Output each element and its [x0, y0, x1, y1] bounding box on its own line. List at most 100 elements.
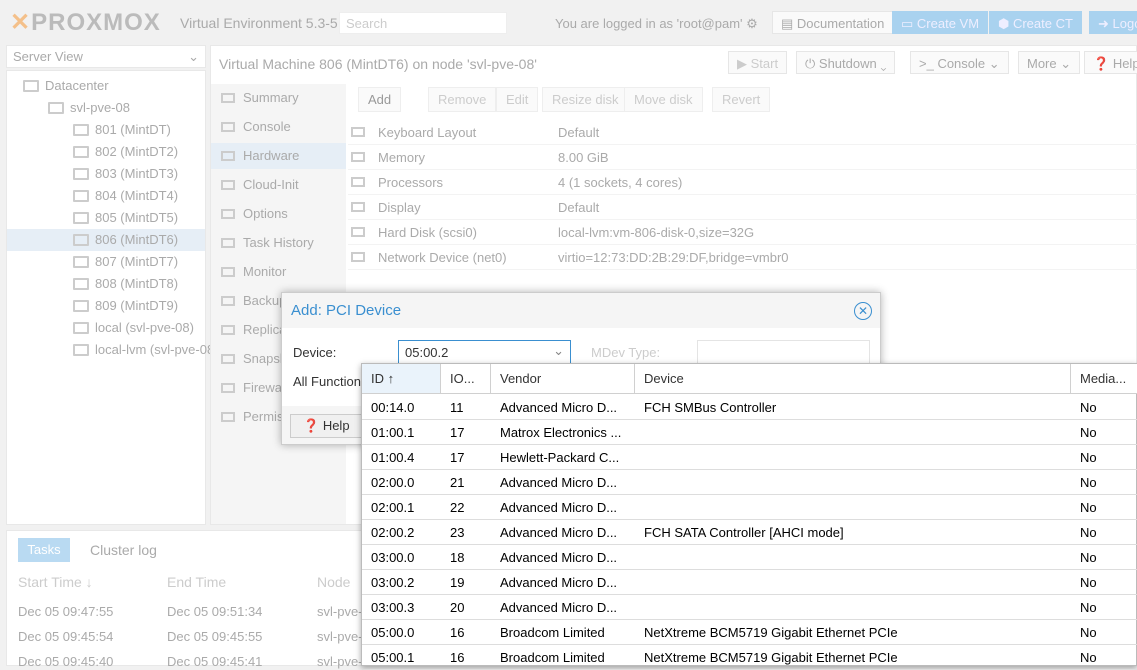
- menu-item-monitor[interactable]: Monitor: [211, 259, 346, 285]
- hardware-row[interactable]: Processors 4 (1 sockets, 4 cores): [348, 170, 1137, 195]
- hw-edit-button[interactable]: Edit: [496, 87, 539, 112]
- table-cell: Broadcom Limited: [500, 625, 605, 640]
- table-cell: Advanced Micro D...: [500, 475, 618, 490]
- tree-item-label: 804 (MintDT4): [95, 188, 179, 203]
- hw-move-disk-button[interactable]: Move disk: [624, 87, 703, 112]
- tree-item[interactable]: 804 (MintDT4): [7, 185, 205, 207]
- close-icon[interactable]: ✕: [854, 302, 872, 320]
- menu-item-task-history[interactable]: Task History: [211, 230, 346, 256]
- hardware-row[interactable]: Hard Disk (scsi0) local-lvm:vm-806-disk-0…: [348, 220, 1137, 245]
- tree-item[interactable]: 805 (MintDT5): [7, 207, 205, 229]
- tree-item[interactable]: Datacenter: [7, 75, 205, 97]
- column-header[interactable]: Vendor: [491, 364, 635, 394]
- logout-button[interactable]: ➜ Logout: [1089, 11, 1137, 34]
- tree-item-label: svl-pve-08: [70, 100, 130, 115]
- tab-cluster-log[interactable]: Cluster log: [90, 538, 157, 562]
- table-cell: 03:00.0: [371, 550, 415, 565]
- menu-icon: [221, 122, 235, 132]
- create-ct-button[interactable]: ⬢ Create CT: [989, 11, 1082, 34]
- table-cell: No: [1080, 650, 1097, 665]
- table-row[interactable]: 03:00.2 19 Advanced Micro D... No: [362, 570, 1137, 595]
- table-row[interactable]: 02:00.2 23 Advanced Micro D... FCH SATA Con…: [362, 520, 1137, 545]
- table-cell: NetXtreme BCM5719 Gigabit Ethernet PCIe: [644, 650, 898, 665]
- table-row[interactable]: 01:00.1 17 Matrox Electronics ... No: [362, 420, 1137, 445]
- hw-add-button[interactable]: Add: [358, 87, 402, 112]
- table-cell: NetXtreme BCM5719 Gigabit Ethernet PCIe: [644, 625, 898, 640]
- tasks-column-header[interactable]: End Time: [167, 574, 226, 590]
- tasks-column-header[interactable]: Start Time ↓: [18, 574, 93, 590]
- datacenter-icon: [23, 80, 39, 92]
- table-row[interactable]: 02:00.1 22 Advanced Micro D... No: [362, 495, 1137, 520]
- tree-item[interactable]: local-lvm (svl-pve-08): [7, 339, 219, 361]
- table-cell: No: [1080, 500, 1097, 515]
- table-row[interactable]: 02:00.0 21 Advanced Micro D... No: [362, 470, 1137, 495]
- table-row[interactable]: 03:00.3 20 Advanced Micro D... No: [362, 595, 1137, 620]
- column-header[interactable]: Media...: [1071, 364, 1137, 394]
- help-button[interactable]: ❓ Help: [290, 414, 364, 438]
- menu-item-summary[interactable]: Summary: [211, 85, 346, 111]
- hardware-row[interactable]: Memory 8.00 GiB: [348, 145, 1137, 170]
- table-cell: 05:00.1: [371, 650, 415, 665]
- menu-icon: [221, 93, 235, 103]
- tree-item[interactable]: 809 (MintDT9): [7, 295, 205, 317]
- table-row[interactable]: 05:00.1 16 Broadcom Limited NetXtreme BCM57…: [362, 645, 1137, 670]
- menu-icon: [221, 267, 235, 277]
- storage-icon: [73, 344, 89, 356]
- hw-resize-disk-button[interactable]: Resize disk: [542, 87, 629, 112]
- tree-item[interactable]: svl-pve-08: [7, 97, 205, 119]
- tree-item[interactable]: 808 (MintDT8): [7, 273, 205, 295]
- column-header[interactable]: ID ↑: [362, 364, 441, 394]
- tree-item[interactable]: 807 (MintDT7): [7, 251, 205, 273]
- vm-icon: [73, 256, 89, 268]
- tree-item[interactable]: 802 (MintDT2): [7, 141, 205, 163]
- menu-icon: [221, 325, 235, 335]
- documentation-button[interactable]: ▤ Documentation: [772, 11, 894, 34]
- help-button[interactable]: ❓ Help: [1084, 51, 1137, 74]
- view-selector[interactable]: Server View ⌄: [6, 45, 206, 68]
- table-cell: 17: [450, 425, 465, 440]
- table-row[interactable]: 01:00.4 17 Hewlett-Packard C... No: [362, 445, 1137, 470]
- monitor-icon: ▭: [901, 16, 917, 31]
- menu-item-cloud-init[interactable]: Cloud-Init: [211, 172, 346, 198]
- table-row[interactable]: 03:00.0 18 Advanced Micro D... No: [362, 545, 1137, 570]
- tree-item[interactable]: 801 (MintDT): [7, 119, 205, 141]
- table-cell: 02:00.2: [371, 525, 415, 540]
- menu-item-options[interactable]: Options: [211, 201, 346, 227]
- table-cell: Advanced Micro D...: [500, 550, 618, 565]
- task-cell: Dec 05 09:45:54: [18, 629, 114, 644]
- tasks-column-header[interactable]: Node: [317, 574, 350, 590]
- table-cell: Advanced Micro D...: [500, 575, 618, 590]
- table-cell: 05:00.0: [371, 625, 415, 640]
- search-input[interactable]: Search: [339, 12, 507, 34]
- tree-item[interactable]: local (svl-pve-08): [7, 317, 205, 339]
- menu-item-label: Options: [243, 206, 288, 221]
- device-select[interactable]: 05:00.2 ⌄: [398, 340, 571, 364]
- create-vm-button[interactable]: ▭ Create VM: [892, 11, 989, 34]
- tree-item[interactable]: 803 (MintDT3): [7, 163, 205, 185]
- table-row[interactable]: 05:00.0 16 Broadcom Limited NetXtreme BCM57…: [362, 620, 1137, 645]
- column-header[interactable]: IO...: [441, 364, 491, 394]
- hardware-icon: [351, 152, 365, 162]
- column-header[interactable]: Device: [635, 364, 1071, 394]
- hardware-row[interactable]: Display Default: [348, 195, 1137, 220]
- console-button[interactable]: >_ Console ⌄: [910, 51, 1009, 74]
- hardware-value: Default: [558, 125, 600, 140]
- hardware-row[interactable]: Keyboard Layout Default: [348, 120, 1137, 145]
- menu-item-hardware[interactable]: Hardware: [211, 143, 346, 169]
- more-button[interactable]: More ⌄: [1018, 51, 1081, 74]
- hw-revert-button[interactable]: Revert: [712, 87, 771, 112]
- task-cell: Dec 05 09:51:34: [167, 604, 263, 619]
- hw-remove-button[interactable]: Remove: [428, 87, 497, 112]
- shutdown-button[interactable]: ⏻ Shutdown ⌄: [796, 51, 896, 74]
- tree-item[interactable]: 806 (MintDT6): [7, 229, 205, 251]
- tab-tasks[interactable]: Tasks: [18, 538, 70, 562]
- hardware-row[interactable]: Network Device (net0) virtio=12:73:DD:2B:…: [348, 245, 1137, 270]
- table-row[interactable]: 00:14.0 11 Advanced Micro D... FCH SMBus Co…: [362, 395, 1137, 420]
- hardware-name: Memory: [378, 150, 425, 165]
- menu-item-console[interactable]: Console: [211, 114, 346, 140]
- table-cell: 16: [450, 625, 465, 640]
- menu-item-label: Backup: [243, 293, 287, 308]
- gear-icon[interactable]: ⚙: [746, 16, 758, 31]
- mdev-type-select[interactable]: [697, 340, 870, 364]
- start-button[interactable]: ▶ Start: [728, 51, 788, 74]
